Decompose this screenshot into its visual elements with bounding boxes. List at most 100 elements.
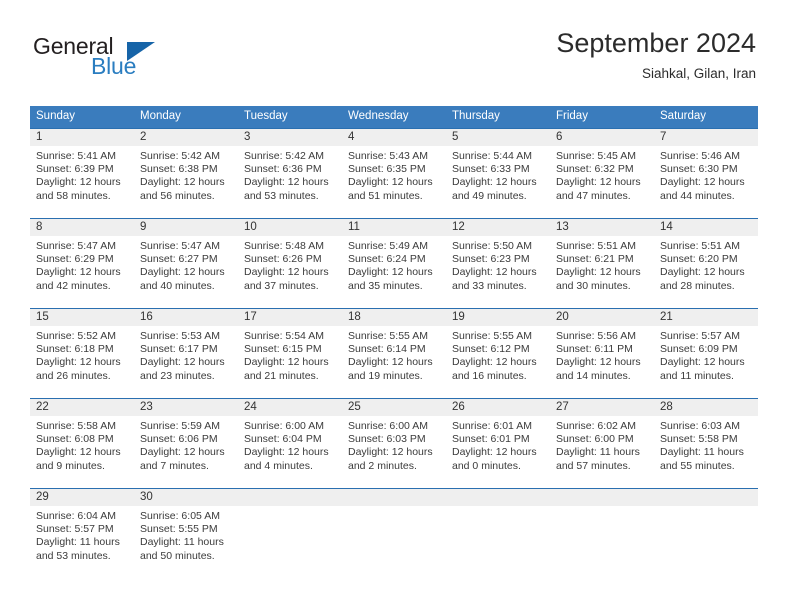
calendar-day-cell[interactable]: 16 Sunrise: 5:53 AM Sunset: 6:17 PM Dayligh… (134, 308, 238, 398)
day-cell-inner: 16 Sunrise: 5:53 AM Sunset: 6:17 PM Dayligh… (134, 308, 238, 398)
calendar-week-row: 8 Sunrise: 5:47 AM Sunset: 6:29 PM Daylight… (30, 218, 758, 308)
calendar-week-row: 29 Sunrise: 6:04 AM Sunset: 5:57 PM Dayligh… (30, 488, 758, 578)
calendar-day-cell[interactable]: 20 Sunrise: 5:56 AM Sunset: 6:11 PM Dayligh… (550, 308, 654, 398)
day-cell-inner: 6 Sunrise: 5:45 AM Sunset: 6:32 PM Daylight… (550, 128, 654, 218)
sunrise-time: Sunrise: 5:45 AM (556, 150, 636, 162)
daylight-duration-line-2: and 19 minutes. (348, 369, 423, 382)
sunrise-time: Sunrise: 5:47 AM (36, 240, 116, 252)
day-sun-info: Sunrise: 6:05 AM Sunset: 5:55 PM Daylight:… (134, 506, 238, 563)
calendar-day-cell[interactable]: 26 Sunrise: 6:01 AM Sunset: 6:01 PM Dayligh… (446, 398, 550, 488)
calendar-day-cell[interactable]: 2 Sunrise: 5:42 AM Sunset: 6:38 PM Daylight… (134, 128, 238, 218)
calendar-day-cell[interactable]: 27 Sunrise: 6:02 AM Sunset: 6:00 PM Dayligh… (550, 398, 654, 488)
sunset-time: Sunset: 6:11 PM (556, 343, 633, 356)
day-number: 29 (30, 489, 134, 506)
calendar-day-cell[interactable]: 11 Sunrise: 5:49 AM Sunset: 6:24 PM Dayligh… (342, 218, 446, 308)
day-number: 26 (446, 399, 550, 416)
day-number: 14 (654, 219, 758, 236)
sunrise-time: Sunrise: 5:44 AM (452, 150, 532, 162)
daylight-duration-line-2: and 53 minutes. (36, 549, 111, 562)
sunset-time: Sunset: 6:36 PM (244, 163, 322, 176)
calendar-day-cell[interactable]: 9 Sunrise: 5:47 AM Sunset: 6:27 PM Daylight… (134, 218, 238, 308)
day-sun-info: Sunrise: 6:03 AM Sunset: 5:58 PM Daylight:… (654, 416, 758, 473)
daylight-duration-line-1: Daylight: 12 hours (36, 446, 121, 459)
day-cell-inner: 13 Sunrise: 5:51 AM Sunset: 6:21 PM Dayligh… (550, 218, 654, 308)
calendar-day-cell[interactable]: 30 Sunrise: 6:05 AM Sunset: 5:55 PM Dayligh… (134, 488, 238, 578)
calendar-day-cell[interactable]: 12 Sunrise: 5:50 AM Sunset: 6:23 PM Dayligh… (446, 218, 550, 308)
sunrise-time: Sunrise: 6:02 AM (556, 420, 636, 432)
calendar-day-cell[interactable]: 14 Sunrise: 5:51 AM Sunset: 6:20 PM Dayligh… (654, 218, 758, 308)
day-number: 22 (30, 399, 134, 416)
day-sun-info: Sunrise: 5:44 AM Sunset: 6:33 PM Daylight:… (446, 146, 550, 203)
day-cell-inner: 28 Sunrise: 6:03 AM Sunset: 5:58 PM Dayligh… (654, 398, 758, 488)
sunrise-time: Sunrise: 5:57 AM (660, 330, 740, 342)
daylight-duration-line-1: Daylight: 12 hours (660, 266, 745, 279)
calendar-day-cell[interactable]: 10 Sunrise: 5:48 AM Sunset: 6:26 PM Dayligh… (238, 218, 342, 308)
calendar-day-cell[interactable]: 15 Sunrise: 5:52 AM Sunset: 6:18 PM Dayligh… (30, 308, 134, 398)
daylight-duration-line-1: Daylight: 12 hours (244, 356, 329, 369)
day-cell-inner: 11 Sunrise: 5:49 AM Sunset: 6:24 PM Dayligh… (342, 218, 446, 308)
calendar-day-cell[interactable]: 23 Sunrise: 5:59 AM Sunset: 6:06 PM Dayligh… (134, 398, 238, 488)
day-sun-info (654, 506, 758, 510)
day-number (550, 489, 654, 506)
sunrise-time: Sunrise: 6:00 AM (244, 420, 324, 432)
calendar-day-cell[interactable]: 5 Sunrise: 5:44 AM Sunset: 6:33 PM Daylight… (446, 128, 550, 218)
day-cell-inner (550, 488, 654, 578)
sunset-time: Sunset: 6:20 PM (660, 253, 738, 266)
calendar-day-cell[interactable]: 24 Sunrise: 6:00 AM Sunset: 6:04 PM Dayligh… (238, 398, 342, 488)
calendar-day-cell[interactable]: 4 Sunrise: 5:43 AM Sunset: 6:35 PM Daylight… (342, 128, 446, 218)
daylight-duration-line-2: and 11 minutes. (660, 369, 734, 382)
sunset-time: Sunset: 6:32 PM (556, 163, 634, 176)
calendar-day-cell[interactable]: 25 Sunrise: 6:00 AM Sunset: 6:03 PM Dayligh… (342, 398, 446, 488)
day-sun-info: Sunrise: 5:54 AM Sunset: 6:15 PM Daylight:… (238, 326, 342, 383)
daylight-duration-line-1: Daylight: 12 hours (140, 266, 225, 279)
daylight-duration-line-1: Daylight: 12 hours (244, 176, 329, 189)
calendar-day-cell[interactable]: 6 Sunrise: 5:45 AM Sunset: 6:32 PM Daylight… (550, 128, 654, 218)
calendar-day-cell[interactable]: 19 Sunrise: 5:55 AM Sunset: 6:12 PM Dayligh… (446, 308, 550, 398)
calendar-day-cell[interactable]: 17 Sunrise: 5:54 AM Sunset: 6:15 PM Dayligh… (238, 308, 342, 398)
day-number (342, 489, 446, 506)
sunrise-time: Sunrise: 5:56 AM (556, 330, 636, 342)
day-cell-inner: 23 Sunrise: 5:59 AM Sunset: 6:06 PM Dayligh… (134, 398, 238, 488)
sunrise-time: Sunrise: 6:03 AM (660, 420, 740, 432)
day-cell-inner: 18 Sunrise: 5:55 AM Sunset: 6:14 PM Dayligh… (342, 308, 446, 398)
calendar-day-cell[interactable]: 18 Sunrise: 5:55 AM Sunset: 6:14 PM Dayligh… (342, 308, 446, 398)
calendar-day-cell[interactable]: 29 Sunrise: 6:04 AM Sunset: 5:57 PM Dayligh… (30, 488, 134, 578)
calendar-day-cell[interactable]: 21 Sunrise: 5:57 AM Sunset: 6:09 PM Dayligh… (654, 308, 758, 398)
daylight-duration-line-2: and 26 minutes. (36, 369, 111, 382)
sunset-time: Sunset: 6:27 PM (140, 253, 218, 266)
calendar-day-cell[interactable]: 3 Sunrise: 5:42 AM Sunset: 6:36 PM Daylight… (238, 128, 342, 218)
daylight-duration-line-1: Daylight: 11 hours (556, 446, 640, 459)
day-sun-info (342, 506, 446, 510)
sunrise-time: Sunrise: 5:54 AM (244, 330, 324, 342)
calendar-day-cell[interactable]: 8 Sunrise: 5:47 AM Sunset: 6:29 PM Daylight… (30, 218, 134, 308)
daylight-duration-line-2: and 7 minutes. (140, 459, 209, 472)
daylight-duration-line-1: Daylight: 12 hours (348, 446, 433, 459)
day-sun-info: Sunrise: 5:41 AM Sunset: 6:39 PM Daylight:… (30, 146, 134, 203)
calendar-day-cell[interactable]: 1 Sunrise: 5:41 AM Sunset: 6:39 PM Daylight… (30, 128, 134, 218)
day-sun-info: Sunrise: 5:46 AM Sunset: 6:30 PM Daylight:… (654, 146, 758, 203)
calendar-day-cell[interactable]: 7 Sunrise: 5:46 AM Sunset: 6:30 PM Daylight… (654, 128, 758, 218)
sunset-time: Sunset: 6:00 PM (556, 433, 634, 446)
weekday-header-wednesday: Wednesday (342, 106, 446, 128)
sunrise-time: Sunrise: 5:47 AM (140, 240, 220, 252)
calendar-day-cell[interactable]: 22 Sunrise: 5:58 AM Sunset: 6:08 PM Dayligh… (30, 398, 134, 488)
day-number: 16 (134, 309, 238, 326)
page-title: September 2024 (556, 28, 756, 58)
daylight-duration-line-1: Daylight: 12 hours (452, 266, 537, 279)
sunset-time: Sunset: 6:04 PM (244, 433, 322, 446)
day-sun-info (446, 506, 550, 510)
sunrise-time: Sunrise: 5:52 AM (36, 330, 116, 342)
weekday-header-row: Sunday Monday Tuesday Wednesday Thursday… (30, 106, 758, 128)
calendar-empty-cell (238, 488, 342, 578)
calendar-day-cell[interactable]: 13 Sunrise: 5:51 AM Sunset: 6:21 PM Dayligh… (550, 218, 654, 308)
calendar-empty-cell (654, 488, 758, 578)
sunset-time: Sunset: 5:58 PM (660, 433, 738, 446)
daylight-duration-line-1: Daylight: 12 hours (556, 266, 641, 279)
calendar-day-cell[interactable]: 28 Sunrise: 6:03 AM Sunset: 5:58 PM Dayligh… (654, 398, 758, 488)
sunset-time: Sunset: 6:30 PM (660, 163, 738, 176)
daylight-duration-line-1: Daylight: 12 hours (36, 356, 121, 369)
day-sun-info: Sunrise: 5:55 AM Sunset: 6:12 PM Daylight:… (446, 326, 550, 383)
sunrise-time: Sunrise: 5:48 AM (244, 240, 324, 252)
calendar-week-row: 1 Sunrise: 5:41 AM Sunset: 6:39 PM Daylight… (30, 128, 758, 218)
sunset-time: Sunset: 6:06 PM (140, 433, 218, 446)
